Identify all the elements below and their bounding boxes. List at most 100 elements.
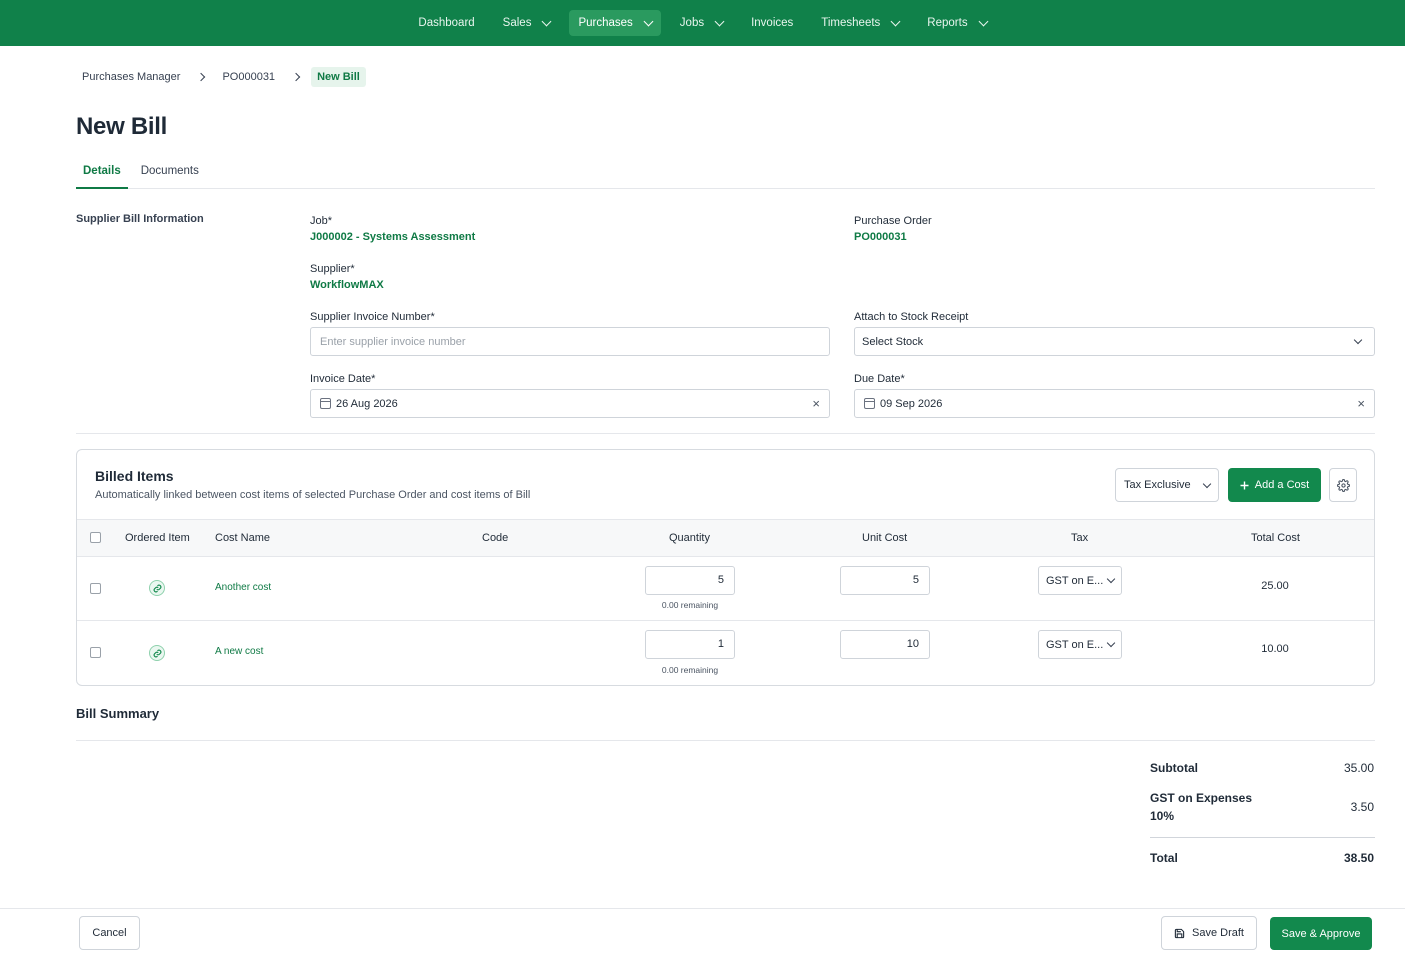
cost-name-link[interactable]: A new cost: [215, 646, 263, 657]
section-label-supplier-bill: Supplier Bill Information: [76, 213, 204, 225]
quantity-input[interactable]: 5: [645, 566, 735, 595]
stock-receipt-value: Select Stock: [862, 335, 924, 348]
job-link[interactable]: J000002 - Systems Assessment: [310, 231, 475, 243]
cancel-label: Cancel: [92, 927, 127, 939]
column-settings-button[interactable]: [1329, 468, 1357, 502]
bill-summary-title: Bill Summary: [76, 706, 160, 721]
nav-label: Jobs: [679, 17, 705, 29]
chevron-down-icon: [714, 16, 725, 26]
stock-receipt-label: Attach to Stock Receipt: [854, 311, 969, 323]
purchase-order-link[interactable]: PO000031: [854, 231, 907, 243]
footer-bar: Cancel Save Draft Save & Approve: [0, 908, 1405, 955]
save-draft-button[interactable]: Save Draft: [1161, 916, 1257, 950]
section-divider: [76, 433, 1375, 434]
nav-item-sales[interactable]: Sales: [494, 10, 560, 36]
calendar-icon: [320, 398, 331, 409]
gst-label-line2: 10%: [1150, 809, 1175, 823]
column-header: Quantity: [669, 532, 710, 544]
remaining-quantity: 0.00 remaining: [661, 665, 719, 675]
save-approve-button[interactable]: Save & Approve: [1270, 917, 1372, 950]
column-header: Unit Cost: [862, 532, 908, 544]
breadcrumb-current: New Bill: [311, 67, 366, 87]
billed-items-subtitle: Automatically linked between cost items …: [95, 489, 531, 501]
nav-label: Timesheets: [821, 17, 881, 29]
subtotal-label: Subtotal: [1150, 761, 1198, 775]
nav-item-reports[interactable]: Reports: [918, 10, 995, 36]
invoice-number-label: Supplier Invoice Number*: [310, 311, 435, 323]
total-cost: 25.00: [1261, 580, 1289, 592]
breadcrumb-purchases-manager[interactable]: Purchases Manager: [82, 71, 180, 83]
invoice-date-input[interactable]: 26 Aug 2026 ×: [310, 389, 830, 418]
tab-documents[interactable]: Documents: [134, 158, 206, 189]
gst-label-line1: GST on Expenses: [1150, 791, 1253, 805]
tax-value: GST on E...: [1046, 638, 1104, 651]
column-header: Code: [482, 532, 509, 544]
tab-details[interactable]: Details: [76, 158, 128, 189]
chevron-down-icon: [1353, 335, 1363, 345]
gear-icon: [1336, 478, 1350, 492]
due-date-label: Due Date*: [854, 373, 905, 385]
tax-mode-value: Tax Exclusive: [1124, 479, 1191, 491]
nav-item-purchases[interactable]: Purchases: [569, 10, 661, 36]
chevron-down-icon: [890, 16, 901, 26]
column-header: Total Cost: [1251, 532, 1300, 544]
table-row: Another cost 5 0.00 remaining 5 GST on E…: [77, 557, 1374, 621]
total-value: 38.50: [1343, 851, 1374, 865]
cost-name-link[interactable]: Another cost: [215, 582, 271, 593]
chevron-down-icon: [978, 16, 989, 26]
due-date-input[interactable]: 09 Sep 2026 ×: [854, 389, 1375, 418]
total-cost: 10.00: [1261, 643, 1289, 655]
job-label: Job*: [310, 215, 333, 227]
chevron-down-icon: [1106, 574, 1116, 584]
save-approve-label: Save & Approve: [1281, 927, 1361, 940]
chevron-down-icon: [643, 16, 654, 26]
purchase-order-label: Purchase Order: [854, 215, 932, 227]
nav-item-timesheets[interactable]: Timesheets: [812, 10, 908, 36]
supplier-link[interactable]: WorkflowMAX: [310, 279, 384, 291]
chevron-down-icon: [1202, 479, 1212, 488]
table-header: Ordered Item Cost Name Code Quantity Uni…: [77, 519, 1374, 557]
clear-icon[interactable]: ×: [812, 397, 820, 410]
billed-items-card: Billed Items Automatically linked betwee…: [76, 449, 1375, 686]
chevron-down-icon: [542, 16, 552, 26]
plus-icon: [1240, 481, 1249, 489]
column-header: Cost Name: [215, 532, 271, 544]
select-all-checkbox[interactable]: [90, 532, 101, 543]
column-header: Ordered Item: [125, 532, 190, 544]
tax-value: GST on E...: [1046, 574, 1104, 587]
top-navigation: Dashboard Sales Purchases Jobs Invoices …: [0, 0, 1405, 46]
tax-select[interactable]: GST on E...: [1038, 630, 1122, 659]
tax-select[interactable]: GST on E...: [1038, 566, 1122, 595]
tax-mode-select[interactable]: Tax Exclusive: [1115, 468, 1219, 502]
row-checkbox[interactable]: [90, 647, 101, 658]
link-icon: [153, 649, 161, 657]
breadcrumb: Purchases Manager PO000031 New Bill: [82, 66, 366, 88]
invoice-number-placeholder: Enter supplier invoice number: [320, 335, 466, 348]
add-cost-button[interactable]: Add a Cost: [1228, 468, 1321, 502]
table-row: A new cost 1 0.00 remaining 10 GST on E.…: [77, 621, 1374, 685]
nav-item-jobs[interactable]: Jobs: [671, 10, 732, 36]
subtotal-value: 35.00: [1343, 761, 1374, 775]
save-draft-label: Save Draft: [1192, 927, 1244, 939]
chevron-down-icon: [1106, 638, 1116, 648]
unit-cost-input[interactable]: 10: [840, 630, 930, 659]
summary-divider: [76, 740, 1375, 741]
stock-receipt-select[interactable]: Select Stock: [854, 327, 1375, 356]
cancel-button[interactable]: Cancel: [79, 916, 140, 950]
breadcrumb-po[interactable]: PO000031: [222, 71, 275, 83]
invoice-number-input[interactable]: Enter supplier invoice number: [310, 327, 830, 356]
nav-item-dashboard[interactable]: Dashboard: [409, 10, 483, 36]
unit-cost-input[interactable]: 5: [840, 566, 930, 595]
nav-label: Reports: [927, 17, 968, 29]
add-cost-label: Add a Cost: [1254, 479, 1310, 491]
linked-item-icon: [149, 645, 165, 661]
total-label: Total: [1150, 851, 1178, 865]
link-icon: [153, 584, 161, 592]
nav-item-invoices[interactable]: Invoices: [742, 10, 802, 36]
quantity-input[interactable]: 1: [645, 630, 735, 659]
nav-label: Dashboard: [418, 17, 475, 29]
clear-icon[interactable]: ×: [1357, 397, 1365, 410]
nav-label: Invoices: [751, 17, 794, 29]
row-checkbox[interactable]: [90, 583, 101, 594]
tab-bar: Details Documents: [76, 158, 1375, 189]
